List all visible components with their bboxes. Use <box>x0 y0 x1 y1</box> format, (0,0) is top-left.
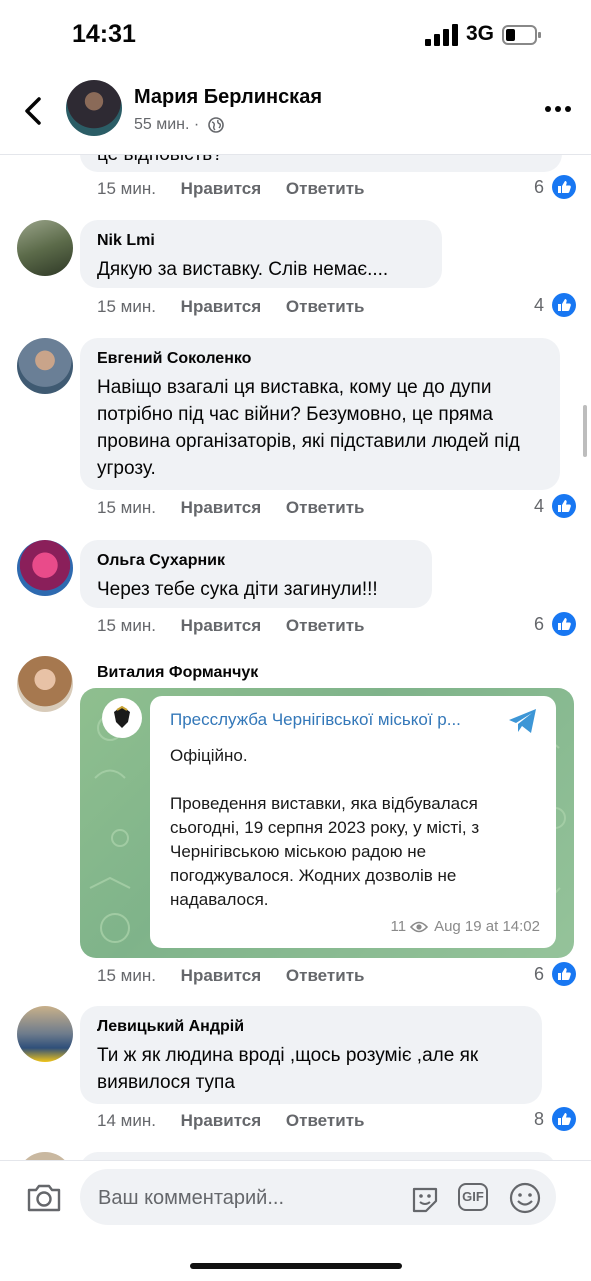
like-icon <box>552 494 576 518</box>
comment-actions: 15 мин. Нравится Ответить <box>97 616 384 636</box>
reply-button[interactable]: Ответить <box>286 498 365 517</box>
battery-icon <box>502 25 541 45</box>
avatar[interactable] <box>17 338 73 394</box>
reaction-number: 6 <box>534 964 545 984</box>
reaction-number: 4 <box>534 496 545 516</box>
like-icon <box>552 175 576 199</box>
comment-actions: 15 мин. Нравится Ответить <box>97 498 384 518</box>
reaction-number: 8 <box>534 1109 545 1129</box>
avatar[interactable] <box>17 220 73 276</box>
avatar[interactable] <box>17 656 73 712</box>
globe-icon <box>207 116 224 133</box>
comment-author[interactable]: Nik Lmi <box>97 232 155 250</box>
avatar[interactable] <box>17 540 73 596</box>
comment-time[interactable]: 15 мин. <box>97 179 156 198</box>
comment-time[interactable]: 15 мин. <box>97 966 156 985</box>
more-options-icon[interactable] <box>544 104 572 114</box>
comment-time[interactable]: 14 мин. <box>97 1111 156 1130</box>
comment-text: Через тебе сука діти загинули!!! <box>97 579 378 600</box>
comment-actions: 14 мин. Нравится Ответить <box>97 1111 384 1131</box>
network-type: 3G <box>466 22 495 45</box>
reaction-number: 6 <box>534 614 545 634</box>
telegram-message: Пресслужба Чернігівської міської р... Оф… <box>150 696 556 948</box>
post-header: Мария Берлинская 55 мин. · <box>0 70 591 155</box>
comment-author[interactable]: Левицький Андрій <box>97 1018 244 1036</box>
reaction-number: 6 <box>534 177 545 197</box>
comment-time[interactable]: 15 мин. <box>97 297 156 316</box>
comment-text: Навіщо взагалі ця виставка, кому це до д… <box>97 377 520 479</box>
view-count: 11 <box>390 918 407 935</box>
signal-icon <box>425 24 458 46</box>
channel-name: Пресслужба Чернігівської міської р... <box>170 710 461 729</box>
emoji-icon[interactable] <box>508 1181 542 1215</box>
comment-actions: 15 мин. Нравится Ответить <box>97 966 384 986</box>
comment-input-box[interactable]: GIF <box>80 1169 556 1225</box>
author-name[interactable]: Мария Берлинская <box>134 86 322 109</box>
reaction-count[interactable]: 6 <box>530 612 580 638</box>
status-time: 14:31 <box>72 20 136 48</box>
like-icon <box>552 293 576 317</box>
post-time[interactable]: 55 мин. <box>134 116 189 133</box>
gif-icon[interactable]: GIF <box>458 1183 488 1211</box>
telegram-body: Проведення виставки, яка відбувалася сьо… <box>170 794 480 909</box>
telegram-heading: Офіційно. <box>170 746 248 765</box>
reaction-count[interactable]: 8 <box>530 1107 580 1133</box>
comment-actions: 15 мин. Нравится Ответить <box>97 297 384 317</box>
like-button[interactable]: Нравится <box>181 616 262 635</box>
comment-text: це відповість? <box>97 154 223 165</box>
reply-button[interactable]: Ответить <box>286 966 365 985</box>
reply-button[interactable]: Ответить <box>286 179 365 198</box>
sticker-icon[interactable] <box>408 1181 442 1215</box>
reaction-number: 4 <box>534 295 545 315</box>
home-indicator[interactable] <box>190 1263 402 1269</box>
like-button[interactable]: Нравится <box>181 966 262 985</box>
scrollbar[interactable] <box>583 405 587 457</box>
comment-author[interactable]: Виталия Форманчук <box>97 664 258 682</box>
telegram-meta: 11 Aug 19 at 14:02 <box>370 918 540 935</box>
comment-author[interactable]: Ольга Сухарник <box>97 552 225 570</box>
channel-logo-icon <box>102 698 142 738</box>
like-icon <box>552 612 576 636</box>
comment-time[interactable]: 15 мин. <box>97 616 156 635</box>
post-date: Aug 19 at 14:02 <box>434 918 540 935</box>
author-avatar[interactable] <box>66 80 122 136</box>
reaction-count[interactable]: 6 <box>530 175 580 201</box>
telegram-text: Офіційно. Проведення виставки, яка відбу… <box>170 744 540 912</box>
reaction-count[interactable]: 6 <box>530 962 580 988</box>
avatar[interactable] <box>17 1152 73 1160</box>
like-button[interactable]: Нравится <box>181 297 262 316</box>
telegram-icon <box>509 709 536 733</box>
reaction-count[interactable]: 4 <box>530 494 580 520</box>
comment-input[interactable] <box>96 1183 400 1213</box>
comment-actions: 15 мин. Нравится Ответить <box>97 179 384 199</box>
reaction-count[interactable]: 4 <box>530 293 580 319</box>
camera-icon[interactable] <box>26 1179 62 1215</box>
comment-author[interactable]: Евгений Соколенко <box>97 350 251 368</box>
comment-bubble <box>80 1152 556 1160</box>
like-icon <box>552 962 576 986</box>
post-meta: 55 мин. · <box>134 116 224 134</box>
avatar[interactable] <box>17 1006 73 1062</box>
comments-list[interactable]: це відповість? 15 мин. Нравится Ответить… <box>0 154 591 1160</box>
eye-icon <box>410 921 429 933</box>
reply-button[interactable]: Ответить <box>286 616 365 635</box>
like-button[interactable]: Нравится <box>181 1111 262 1130</box>
like-button[interactable]: Нравится <box>181 498 262 517</box>
comment-text: Дякую за виставку. Слів немає.... <box>97 259 389 280</box>
like-button[interactable]: Нравится <box>181 179 262 198</box>
comment-time[interactable]: 15 мин. <box>97 498 156 517</box>
reply-button[interactable]: Ответить <box>286 1111 365 1130</box>
status-bar: 14:31 3G <box>0 0 591 70</box>
comment-text: Ти ж як людина вроді ,щось розуміє ,але … <box>97 1045 479 1093</box>
attached-telegram-screenshot[interactable]: Пресслужба Чернігівської міської р... Оф… <box>80 688 574 958</box>
like-icon <box>552 1107 576 1131</box>
gif-label: GIF <box>462 1189 484 1204</box>
back-arrow-icon[interactable] <box>20 94 48 128</box>
reply-button[interactable]: Ответить <box>286 297 365 316</box>
